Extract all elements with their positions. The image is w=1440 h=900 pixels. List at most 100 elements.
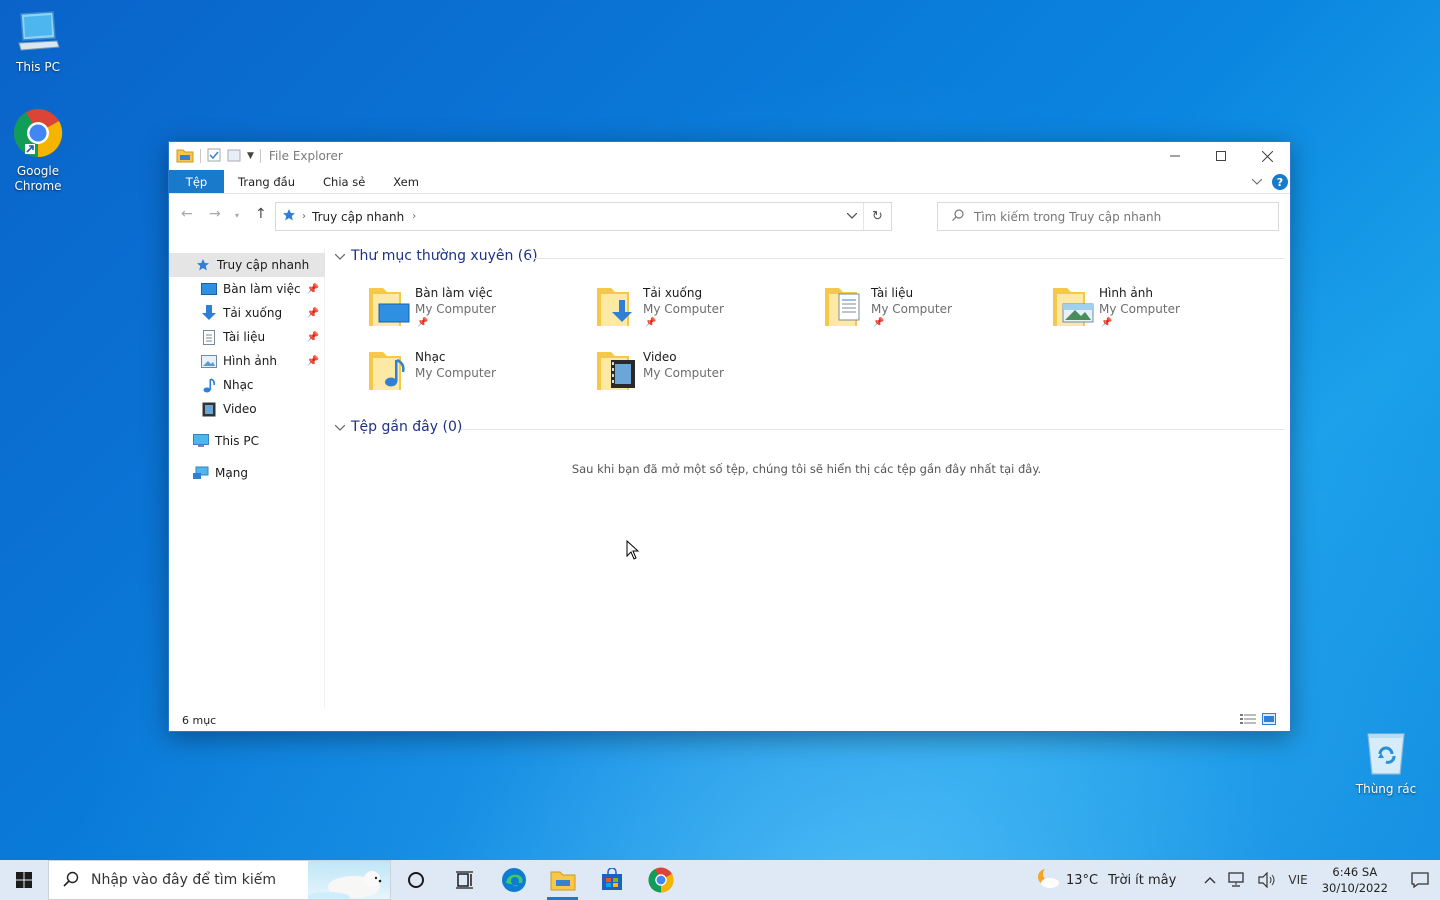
- group-header-label: Tệp gần đây (0): [351, 419, 463, 435]
- weather-temperature: 13°C: [1065, 872, 1099, 888]
- weather-moon-cloud-icon: [1036, 867, 1060, 893]
- window-controls: [1152, 142, 1290, 170]
- desktop-icon-google-chrome[interactable]: Google Chrome: [0, 108, 76, 194]
- properties-icon[interactable]: [207, 148, 221, 165]
- close-button[interactable]: [1244, 142, 1290, 170]
- microsoft-store-taskbar-button[interactable]: [587, 860, 636, 900]
- folder-location: My Computer: [871, 302, 952, 316]
- breadcrumb-chevron-icon[interactable]: ›: [302, 211, 306, 222]
- nav-item-quick-access[interactable]: Truy cập nhanh: [169, 253, 325, 277]
- group-divider: [529, 258, 1284, 259]
- pin-icon[interactable]: 📌: [307, 284, 319, 295]
- recent-locations-chevron-icon[interactable]: ▾: [235, 211, 239, 220]
- file-explorer-window: ▼ File Explorer Tệp Trang đầu Chia sẻ Xe…: [168, 141, 1291, 732]
- breadcrumb-quick-access[interactable]: Truy cập nhanh: [312, 210, 404, 224]
- content-pane: Thư mục thường xuyên (6) Bàn làm việc My…: [329, 242, 1284, 712]
- nav-item-label: Mạng: [215, 466, 248, 480]
- recent-files-empty-message: Sau khi bạn đã mở một số tệp, chúng tôi …: [571, 462, 1042, 476]
- tab-home[interactable]: Trang đầu: [224, 170, 309, 193]
- pin-icon[interactable]: 📌: [307, 308, 319, 319]
- volume-icon[interactable]: [1258, 872, 1276, 888]
- quick-access-star-icon: [282, 208, 296, 225]
- music-note-icon: [201, 377, 217, 393]
- nav-item-documents[interactable]: Tài liệu 📌: [169, 325, 325, 349]
- search-highlight-polar-bear-image[interactable]: [306, 861, 390, 899]
- folder-tile-documents[interactable]: Tài liệu My Computer 📌: [825, 284, 1045, 344]
- nav-item-pictures[interactable]: Hình ảnh 📌: [169, 349, 325, 373]
- title-bar[interactable]: ▼ File Explorer: [169, 142, 1290, 170]
- folder-tile-music[interactable]: Nhạc My Computer: [369, 348, 589, 408]
- up-arrow-icon[interactable]: ↑: [255, 206, 267, 222]
- folder-name: Nhạc: [415, 350, 446, 364]
- folder-name: Video: [643, 350, 677, 364]
- cortana-button[interactable]: [391, 860, 440, 900]
- desktop-icon-label: Chrome: [14, 179, 62, 193]
- maximize-button[interactable]: [1198, 142, 1244, 170]
- system-tray: 13°C Trời ít mây VIE 6:46 SA 30/10/2022: [1036, 860, 1440, 900]
- search-box[interactable]: Tìm kiếm trong Truy cập nhanh: [937, 202, 1279, 231]
- folder-name: Tải xuống: [643, 286, 703, 300]
- frequent-folders-header[interactable]: Thư mục thường xuyên (6): [334, 248, 538, 264]
- tab-file[interactable]: Tệp: [169, 170, 224, 193]
- help-icon[interactable]: ?: [1272, 174, 1288, 190]
- tab-view[interactable]: Xem: [379, 170, 433, 193]
- folder-tile-pictures[interactable]: Hình ảnh My Computer 📌: [1053, 284, 1273, 344]
- nav-item-this-pc[interactable]: This PC: [169, 429, 325, 453]
- input-language-indicator[interactable]: VIE: [1288, 873, 1307, 887]
- breadcrumb-chevron-icon[interactable]: ›: [412, 211, 416, 222]
- chevron-down-icon[interactable]: [334, 421, 346, 434]
- folder-location: My Computer: [415, 366, 496, 380]
- details-view-icon[interactable]: [1240, 713, 1256, 728]
- nav-item-videos[interactable]: Video: [169, 397, 325, 421]
- refresh-icon[interactable]: ↻: [863, 203, 891, 230]
- taskbar-clock[interactable]: 6:46 SA 30/10/2022: [1322, 864, 1388, 896]
- minimize-button[interactable]: [1152, 142, 1198, 170]
- nav-item-music[interactable]: Nhạc: [169, 373, 325, 397]
- weather-widget[interactable]: 13°C Trời ít mây: [1036, 867, 1176, 893]
- start-button[interactable]: [0, 860, 48, 900]
- navigation-bar: ← → ▾ ↑ › Truy cập nhanh › ↻ Tìm kiếm tr…: [169, 195, 1290, 237]
- recent-files-header[interactable]: Tệp gần đây (0): [334, 419, 463, 435]
- folder-tile-videos[interactable]: Video My Computer: [597, 348, 817, 408]
- explorer-folder-icon: [176, 147, 194, 166]
- nav-item-label: Tải xuống: [223, 306, 283, 320]
- customize-toolbar-icon[interactable]: ▼: [247, 151, 254, 161]
- chrome-taskbar-button[interactable]: [636, 860, 685, 900]
- pin-icon: 📌: [1101, 318, 1113, 328]
- edge-taskbar-button[interactable]: [489, 860, 538, 900]
- cortana-circle-icon: [407, 872, 424, 888]
- tab-share[interactable]: Chia sẻ: [309, 170, 379, 193]
- pin-icon[interactable]: 📌: [307, 332, 319, 343]
- folder-tile-desktop[interactable]: Bàn làm việc My Computer 📌: [369, 284, 589, 344]
- address-bar[interactable]: › Truy cập nhanh › ↻: [275, 202, 892, 231]
- desktop-icon-label: Google: [16, 164, 60, 178]
- desktop-icon: [201, 281, 217, 297]
- forward-arrow-icon[interactable]: →: [209, 206, 221, 222]
- task-view-button[interactable]: [440, 860, 489, 900]
- taskbar-search-box[interactable]: Nhập vào đây để tìm kiếm: [48, 860, 391, 900]
- nav-item-network[interactable]: Mạng: [169, 461, 325, 485]
- folder-location: My Computer: [415, 302, 496, 316]
- nav-item-label: Nhạc: [223, 378, 254, 392]
- nav-item-downloads[interactable]: Tải xuống 📌: [169, 301, 325, 325]
- network-icon[interactable]: [1228, 872, 1246, 888]
- large-icons-view-icon[interactable]: [1262, 713, 1276, 728]
- chevron-up-icon[interactable]: [1204, 876, 1216, 884]
- address-dropdown-icon[interactable]: [846, 209, 858, 222]
- new-folder-icon[interactable]: [227, 148, 241, 165]
- expand-ribbon-icon[interactable]: [1251, 177, 1263, 188]
- folder-tile-downloads[interactable]: Tải xuống My Computer 📌: [597, 284, 817, 344]
- videos-folder-icon: [597, 348, 639, 395]
- search-icon: [63, 871, 79, 890]
- desktop-icon-recycle-bin[interactable]: Thùng rác: [1348, 730, 1424, 797]
- nav-item-desktop[interactable]: Bàn làm việc 📌: [169, 277, 325, 301]
- pin-icon[interactable]: 📌: [307, 356, 319, 367]
- pin-icon: 📌: [645, 318, 657, 328]
- desktop-icon-this-pc[interactable]: This PC: [0, 10, 76, 75]
- toolbar-separator: [259, 149, 261, 163]
- back-arrow-icon[interactable]: ←: [181, 206, 193, 222]
- file-explorer-taskbar-button[interactable]: [538, 860, 587, 900]
- search-placeholder: Tìm kiếm trong Truy cập nhanh: [974, 209, 1162, 224]
- chevron-down-icon[interactable]: [334, 250, 346, 263]
- action-center-icon[interactable]: [1400, 872, 1440, 888]
